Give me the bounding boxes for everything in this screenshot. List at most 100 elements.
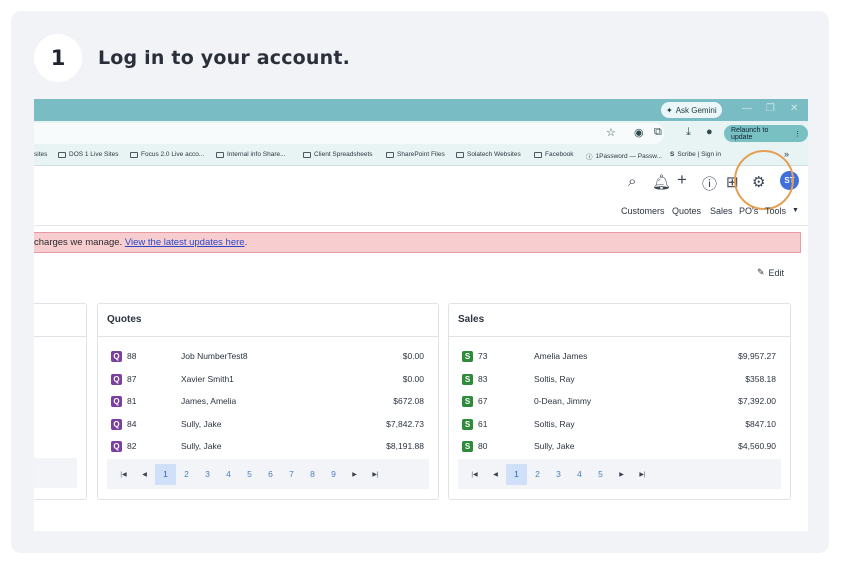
- search-icon[interactable]: ⌕: [628, 173, 636, 190]
- restore-icon[interactable]: ❐: [766, 103, 775, 114]
- table-row[interactable]: S 61 Soltis, Ray $847.10: [449, 414, 790, 436]
- page-button[interactable]: 3: [548, 464, 569, 485]
- alert-link[interactable]: View the latest updates here: [125, 237, 245, 248]
- row-name: Xavier Smith1: [181, 373, 234, 384]
- row-id: 73: [478, 351, 488, 361]
- first-page-icon[interactable]: |◀: [464, 464, 485, 485]
- row-amount: $9,957.27: [738, 351, 776, 361]
- page-button[interactable]: 6: [260, 464, 281, 485]
- relaunch-label: Relaunch to update: [731, 126, 769, 141]
- bell-icon[interactable]: 🔔︎: [652, 173, 671, 191]
- address-field[interactable]: [34, 123, 664, 144]
- page-button[interactable]: 2: [176, 464, 197, 485]
- extensions-icon[interactable]: ⧉: [654, 126, 662, 139]
- sale-badge-icon: S: [462, 373, 473, 385]
- table-row[interactable]: S 80 Sully, Jake $4,560.90: [449, 436, 790, 458]
- sale-badge-icon: S: [462, 441, 473, 452]
- bookmark-item[interactable]: DOS 1 Live Sites: [58, 151, 119, 158]
- edit-button[interactable]: ✎ Edit: [757, 267, 784, 278]
- ask-gemini-button[interactable]: ✦ Ask Gemini: [661, 102, 722, 118]
- last-page-icon[interactable]: ▶|: [365, 464, 386, 485]
- download-icon[interactable]: ⤓: [686, 126, 691, 139]
- bookmark-item[interactable]: S Scribe | Sign in: [670, 151, 721, 158]
- alert-text: charges we manage.: [34, 237, 125, 248]
- row-id: 88: [127, 351, 137, 361]
- sale-badge-icon: S: [462, 418, 473, 430]
- row-amount: $7,842.73: [386, 418, 424, 429]
- row-amount: $0.00: [402, 373, 424, 384]
- table-row[interactable]: Q 88 Job NumberTest8 $0.00: [98, 346, 438, 368]
- table-row[interactable]: Q 81 James, Amelia $672.08: [98, 391, 438, 413]
- nav-tools[interactable]: Tools: [765, 206, 786, 216]
- prev-page-icon[interactable]: ◀: [134, 464, 155, 485]
- sales-panel: Sales S 73 Amelia James $9,957.27 S 83 Soltis,…: [448, 303, 791, 500]
- bookmark-item[interactable]: Focus 2.0 Live acco...: [130, 151, 204, 158]
- bookmark-item[interactable]: Internal info Share...: [216, 151, 286, 158]
- table-row[interactable]: Q 87 Xavier Smith1 $0.00: [98, 369, 438, 391]
- prev-page-icon[interactable]: ◀: [485, 464, 506, 485]
- page-button[interactable]: 5: [590, 464, 611, 485]
- help-icon[interactable]: ⓘ: [702, 173, 717, 194]
- row-amount: $672.08: [393, 396, 424, 406]
- next-page-icon[interactable]: ▶: [344, 464, 365, 485]
- bookmark-item[interactable]: ⓘ 1Password — Passw...: [586, 151, 662, 162]
- nav-sales[interactable]: Sales: [710, 206, 733, 216]
- folder-icon: [58, 151, 66, 158]
- page-button[interactable]: 5: [239, 464, 260, 485]
- minimize-icon[interactable]: —: [742, 103, 752, 114]
- row-id: 82: [127, 441, 137, 451]
- page-button[interactable]: 9: [323, 464, 344, 485]
- page-button[interactable]: 1: [506, 463, 527, 485]
- quotes-pager: |◀ ◀ 123456789 ▶ ▶|: [107, 459, 429, 489]
- page-button[interactable]: 3: [197, 464, 218, 485]
- bookmark-item[interactable]: sites: [34, 151, 47, 158]
- row-id: 84: [127, 418, 137, 429]
- page-button[interactable]: 2: [527, 464, 548, 485]
- relaunch-button[interactable]: Relaunch to update ⋮: [724, 125, 808, 142]
- quote-badge-icon: Q: [111, 441, 122, 452]
- row-amount: $358.18: [745, 373, 776, 384]
- nav-pos[interactable]: PO's: [739, 206, 758, 216]
- row-id: 61: [478, 418, 488, 429]
- table-row[interactable]: S 83 Soltis, Ray $358.18: [449, 369, 790, 391]
- bookmark-item[interactable]: SharePoint Files: [386, 151, 445, 158]
- plus-icon[interactable]: +: [677, 170, 687, 190]
- page-button[interactable]: 7: [281, 464, 302, 485]
- row-name: Sully, Jake: [181, 441, 222, 451]
- close-icon[interactable]: ✕: [790, 103, 798, 114]
- quote-badge-icon: Q: [111, 373, 122, 385]
- sparkle-icon: ✦: [666, 105, 673, 115]
- row-amount: $8,191.88: [386, 441, 424, 451]
- app-header: ⌕ 🔔︎ + ⓘ ⊞ ⚙ ST: [34, 166, 808, 226]
- profile-icon[interactable]: ●: [706, 126, 713, 138]
- step-title: Log in to your account.: [98, 47, 351, 69]
- bookmark-star-icon[interactable]: ☆: [606, 126, 616, 139]
- page-button[interactable]: 4: [569, 464, 590, 485]
- bookmark-item[interactable]: Solatech Websites: [456, 151, 521, 158]
- first-page-icon[interactable]: |◀: [113, 464, 134, 485]
- nav-customers[interactable]: Customers: [621, 206, 665, 216]
- folder-icon: [303, 151, 311, 158]
- table-row[interactable]: S 67 0-Dean, Jimmy $7,392.00: [449, 391, 790, 413]
- nav-quotes[interactable]: Quotes: [672, 206, 701, 216]
- page-button[interactable]: 1: [155, 463, 176, 485]
- bookmark-item[interactable]: Facebook: [534, 151, 574, 158]
- folder-icon: [534, 151, 542, 158]
- ask-gemini-label: Ask Gemini: [675, 105, 717, 115]
- quote-badge-icon: Q: [111, 396, 122, 407]
- sales-pager: |◀ ◀ 12345 ▶ ▶|: [458, 459, 781, 489]
- table-row[interactable]: Q 84 Sully, Jake $7,842.73: [98, 414, 438, 436]
- page-button[interactable]: 8: [302, 464, 323, 485]
- next-page-icon[interactable]: ▶: [611, 464, 632, 485]
- folder-icon: [130, 151, 138, 158]
- last-page-icon[interactable]: ▶|: [632, 464, 653, 485]
- bookmark-item[interactable]: Client Spreadsheets: [303, 151, 373, 158]
- password-extension-icon[interactable]: ◉: [634, 126, 644, 139]
- row-amount: $7,392.00: [738, 396, 776, 406]
- row-name: Amelia James: [534, 351, 588, 361]
- chevron-down-icon[interactable]: ▼: [792, 207, 799, 214]
- folder-icon: [386, 151, 394, 158]
- table-row[interactable]: S 73 Amelia James $9,957.27: [449, 346, 790, 368]
- table-row[interactable]: Q 82 Sully, Jake $8,191.88: [98, 436, 438, 458]
- page-button[interactable]: 4: [218, 464, 239, 485]
